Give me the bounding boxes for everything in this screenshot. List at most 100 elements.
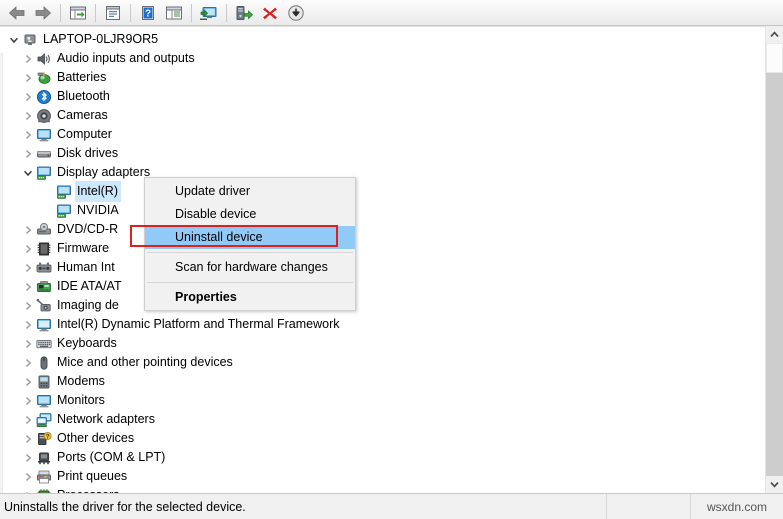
tree-item-ide-ata-at[interactable]: IDE ATA/AT (0, 277, 756, 296)
forward-button[interactable] (31, 2, 55, 24)
tree-expander[interactable] (20, 467, 36, 486)
tree-item-network-adapters[interactable]: Network adapters (0, 410, 756, 429)
disable-device-button[interactable] (284, 2, 308, 24)
tree-item-label: Modems (57, 374, 105, 388)
dvd-drive-icon (37, 222, 51, 234)
properties-button[interactable] (101, 2, 125, 24)
menu-item-disable-device[interactable]: Disable device (145, 203, 355, 226)
tree-item-label: Ports (COM & LPT) (57, 450, 166, 464)
tree-item-display-adapters[interactable]: Display adapters (0, 163, 756, 182)
chevron-right-icon (25, 282, 32, 291)
tree-expander[interactable] (20, 277, 36, 296)
show-hide-console-tree-button[interactable] (66, 2, 90, 24)
scan-for-hardware-changes-button[interactable] (197, 2, 221, 24)
tree-expander[interactable] (20, 49, 36, 68)
chevron-right-icon (25, 225, 32, 234)
tree-item-intel-r[interactable]: Intel(R) (0, 181, 756, 202)
tree-expander[interactable] (20, 391, 36, 410)
scrollbar-track[interactable] (766, 73, 783, 476)
menu-item-update-driver[interactable]: Update driver (145, 180, 355, 203)
back-button[interactable] (5, 2, 29, 24)
tree-expander[interactable] (40, 182, 56, 201)
tree-expander[interactable] (6, 30, 22, 49)
tree-expander[interactable] (20, 296, 36, 315)
tree-item-other-devices[interactable]: ? Other devices (0, 429, 756, 448)
display-adapter-icon (36, 165, 52, 181)
tree-item-nvidia[interactable]: NVIDIA (0, 201, 756, 220)
svg-text:?: ? (145, 8, 151, 19)
tree-item-human-int[interactable]: Human Int (0, 258, 756, 277)
tree-item-imaging-de[interactable]: Imaging de (0, 296, 756, 315)
tree-expander[interactable] (20, 429, 36, 448)
chevron-right-icon (25, 415, 32, 424)
computer-icon (24, 34, 36, 45)
battery-icon (37, 71, 51, 84)
tree-item-processors[interactable]: Processors (0, 486, 756, 493)
tree-expander[interactable] (20, 106, 36, 125)
menu-item-scan-for-hardware-changes[interactable]: Scan for hardware changes (145, 256, 355, 279)
tree-expander[interactable] (20, 87, 36, 106)
tree-expander[interactable] (20, 144, 36, 163)
tree-expander[interactable] (20, 334, 36, 353)
help-button[interactable]: ? (136, 2, 160, 24)
tree-item-label: Print queues (57, 469, 128, 483)
tree-item-dvd-cd-r[interactable]: DVD/CD-R (0, 220, 756, 239)
scrollbar-down-button[interactable] (766, 476, 783, 493)
tree-item-print-queues[interactable]: Print queues (0, 467, 756, 486)
svg-text:?: ? (46, 433, 50, 440)
chevron-down-icon (770, 482, 779, 488)
context-menu[interactable]: Update driver Disable device Uninstall dev… (144, 177, 356, 311)
tree-item-audio-inputs-and-outputs[interactable]: Audio inputs and outputs (0, 49, 756, 68)
view-button[interactable] (162, 2, 186, 24)
camera-icon (37, 108, 51, 123)
tree-item-cameras[interactable]: Cameras (0, 106, 756, 125)
scrollbar-thumb[interactable] (766, 43, 783, 73)
tree-item-monitors[interactable]: Monitors (0, 391, 756, 410)
menu-item-properties[interactable]: Properties (145, 286, 355, 309)
tree-expander[interactable] (40, 201, 56, 220)
watermark: wsxdn.com (706, 499, 768, 514)
device-tree[interactable]: LAPTOP-0LJR9OR5 Audio inputs and outputs B… (0, 27, 756, 493)
chevron-down-icon (24, 170, 32, 176)
tree-root-node[interactable]: LAPTOP-0LJR9OR5 (0, 30, 756, 49)
tree-item-label: Intel(R) (75, 181, 121, 202)
port-icon (38, 452, 50, 464)
tree-item-bluetooth[interactable]: Bluetooth (0, 87, 756, 106)
port-icon (36, 450, 52, 466)
tree-item-keyboards[interactable]: Keyboards (0, 334, 756, 353)
tree-item-ports-com-lpt[interactable]: Ports (COM & LPT) (0, 448, 756, 467)
tree-expander[interactable] (20, 410, 36, 429)
chevron-right-icon (25, 111, 32, 120)
chevron-right-icon (25, 73, 32, 82)
tree-item-mice-and-other-pointing-devices[interactable]: Mice and other pointing devices (0, 353, 756, 372)
tree-item-computer[interactable]: Computer (0, 125, 756, 144)
tree-item-modems[interactable]: Modems (0, 372, 756, 391)
chevron-right-icon (25, 263, 32, 272)
display-adapter-icon (56, 203, 72, 219)
menu-item-uninstall-device[interactable]: Uninstall device (145, 226, 355, 249)
toolbar-separator (60, 3, 61, 22)
tree-expander[interactable] (20, 68, 36, 87)
tree-expander[interactable] (20, 372, 36, 391)
tree-item-label: Human Int (57, 260, 115, 274)
speaker-icon (36, 51, 52, 67)
tree-item-firmware[interactable]: Firmware (0, 239, 756, 258)
scrollbar-up-button[interactable] (766, 26, 783, 43)
chevron-down-icon (10, 37, 18, 43)
tree-expander[interactable] (20, 315, 36, 334)
tree-expander[interactable] (20, 163, 36, 182)
update-driver-button[interactable] (232, 2, 256, 24)
tree-item-batteries[interactable]: Batteries (0, 68, 756, 87)
tree-expander[interactable] (20, 258, 36, 277)
tree-expander[interactable] (20, 125, 36, 144)
tree-expander[interactable] (20, 353, 36, 372)
tree-expander[interactable] (20, 486, 36, 493)
uninstall-device-button[interactable] (258, 2, 282, 24)
tree-expander[interactable] (20, 448, 36, 467)
tree-expander[interactable] (20, 239, 36, 258)
tree-item-disk-drives[interactable]: Disk drives (0, 144, 756, 163)
tree-expander[interactable] (20, 220, 36, 239)
tree-item-intel-r-dynamic-platform-and-thermal-framework[interactable]: Intel(R) Dynamic Platform and Thermal Fr… (0, 315, 756, 334)
vertical-scrollbar[interactable] (765, 26, 783, 493)
chevron-right-icon (25, 377, 32, 386)
